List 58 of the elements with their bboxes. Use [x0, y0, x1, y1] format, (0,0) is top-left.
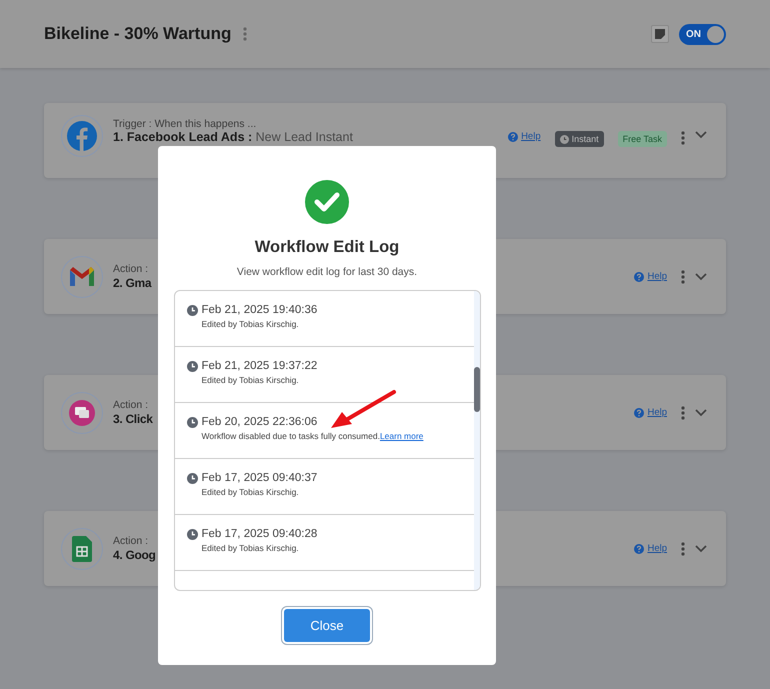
step-type-label: Trigger : When this happens ... [113, 118, 258, 130]
more-options-icon[interactable] [681, 542, 685, 556]
clock-icon [186, 304, 198, 316]
help-icon [508, 132, 518, 142]
dialog-subtitle: View workflow edit log for last 30 days. [236, 266, 418, 278]
chevron-down-icon[interactable] [695, 544, 707, 552]
log-description: Workflow disabled due to tasks fully consumed.Learn more [200, 431, 424, 441]
log-description: Edited by Tobias Kirschig. [200, 543, 300, 553]
help-icon [634, 408, 644, 418]
chevron-down-icon[interactable] [695, 131, 707, 139]
log-timestamp: Feb 21, 2025 19:37:22 [186, 360, 474, 372]
more-options-icon[interactable] [681, 270, 685, 284]
instant-badge: Instant [554, 131, 604, 147]
step-type-label: Action : [113, 263, 150, 275]
log-description: Edited by Tobias Kirschig. [200, 319, 300, 329]
chevron-down-icon[interactable] [695, 408, 707, 416]
note-button[interactable] [651, 25, 669, 43]
spreadsheet-icon [72, 536, 92, 562]
clock-icon [186, 360, 198, 372]
step-type-label: Action : [113, 535, 150, 547]
facebook-logo-icon [67, 121, 97, 151]
more-options-icon[interactable] [243, 27, 248, 41]
clock-icon [186, 416, 198, 428]
workflow-toggle[interactable]: ON [679, 24, 726, 44]
scrollbar-thumb[interactable] [474, 367, 480, 412]
clock-icon [186, 528, 198, 540]
chat-bubble-icon [69, 400, 95, 426]
log-timestamp: Feb 17, 2025 09:40:28 [186, 528, 474, 540]
step-title: 4. Goog [113, 548, 156, 562]
log-description: Edited by Tobias Kirschig. [200, 375, 300, 385]
log-timestamp: Feb 21, 2025 19:40:36 [186, 304, 474, 316]
help-link[interactable]: Help [634, 407, 667, 418]
step-title: 3. Click [113, 412, 153, 426]
dialog-title: Workflow Edit Log [254, 238, 400, 257]
help-link[interactable]: Help [508, 131, 541, 142]
step-type-label: Action : [113, 399, 150, 411]
step-title: 1. Facebook Lead Ads : New Lead Instant [113, 130, 353, 144]
help-icon [634, 544, 644, 554]
clock-icon [560, 134, 569, 144]
help-link[interactable]: Help [634, 543, 667, 554]
note-icon [655, 29, 665, 39]
annotation-arrow [328, 388, 398, 430]
log-description: Edited by Tobias Kirschig. [200, 487, 300, 497]
mail-m-icon [68, 266, 96, 288]
chevron-down-icon[interactable] [695, 272, 707, 280]
help-icon [634, 272, 644, 282]
more-options-icon[interactable] [681, 131, 685, 145]
help-link[interactable]: Help [634, 271, 667, 282]
log-timestamp: Feb 17, 2025 09:40:37 [186, 472, 474, 484]
more-options-icon[interactable] [681, 406, 685, 420]
free-task-badge: Free Task [618, 131, 667, 147]
success-check-icon [304, 179, 350, 225]
learn-more-link[interactable]: Learn more [380, 431, 424, 441]
workflow-title: Bikeline - 30% Wartung [44, 24, 232, 44]
clock-icon [186, 472, 198, 484]
log-timestamp: Feb 20, 2025 22:36:06 [186, 416, 474, 428]
step-title: 2. Gma [113, 276, 152, 290]
close-button[interactable]: Close [284, 609, 370, 642]
